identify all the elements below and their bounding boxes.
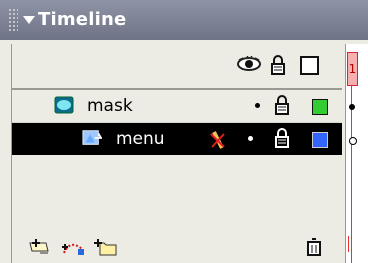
eye-icon[interactable]: [237, 56, 261, 72]
pencil-disabled-icon[interactable]: [208, 130, 228, 150]
keyframe-dot[interactable]: [349, 104, 355, 110]
mask-layer-icon: [54, 96, 74, 114]
playhead-handle[interactable]: [348, 236, 357, 252]
keyframe-dot[interactable]: [349, 137, 357, 145]
frame-row-mask[interactable]: [346, 90, 368, 122]
layer-color-swatch[interactable]: [312, 99, 328, 115]
masked-layer-icon: [82, 130, 102, 145]
trash-icon[interactable]: [305, 237, 323, 257]
insert-folder-icon[interactable]: [92, 237, 118, 257]
layer-header-row: [12, 44, 342, 90]
lock-icon[interactable]: [274, 128, 290, 148]
lock-icon[interactable]: [274, 95, 290, 115]
layer-row-menu[interactable]: menu: [12, 123, 342, 155]
layer-toolbar: [12, 232, 342, 263]
visibility-dot[interactable]: [255, 103, 260, 108]
layer-color-swatch[interactable]: [312, 132, 328, 148]
outline-toggle-icon[interactable]: [300, 56, 319, 75]
frames-area[interactable]: 1: [345, 44, 368, 263]
add-motion-guide-icon[interactable]: [60, 237, 88, 257]
layer-name-menu[interactable]: menu: [116, 129, 165, 149]
layer-name-mask[interactable]: mask: [87, 96, 133, 116]
layer-row-mask[interactable]: mask: [12, 90, 342, 123]
panel-grip[interactable]: [8, 8, 18, 32]
panel-title: Timeline: [38, 9, 127, 30]
lock-icon[interactable]: [270, 55, 286, 75]
collapse-arrow-icon[interactable]: [23, 16, 35, 24]
insert-layer-icon[interactable]: [28, 237, 50, 257]
current-frame-indicator[interactable]: 1: [347, 52, 358, 86]
frame-row-menu[interactable]: [346, 123, 368, 155]
visibility-dot[interactable]: [248, 136, 253, 141]
timeline-titlebar[interactable]: Timeline: [0, 0, 368, 40]
layers-panel: mask menu: [11, 44, 342, 263]
